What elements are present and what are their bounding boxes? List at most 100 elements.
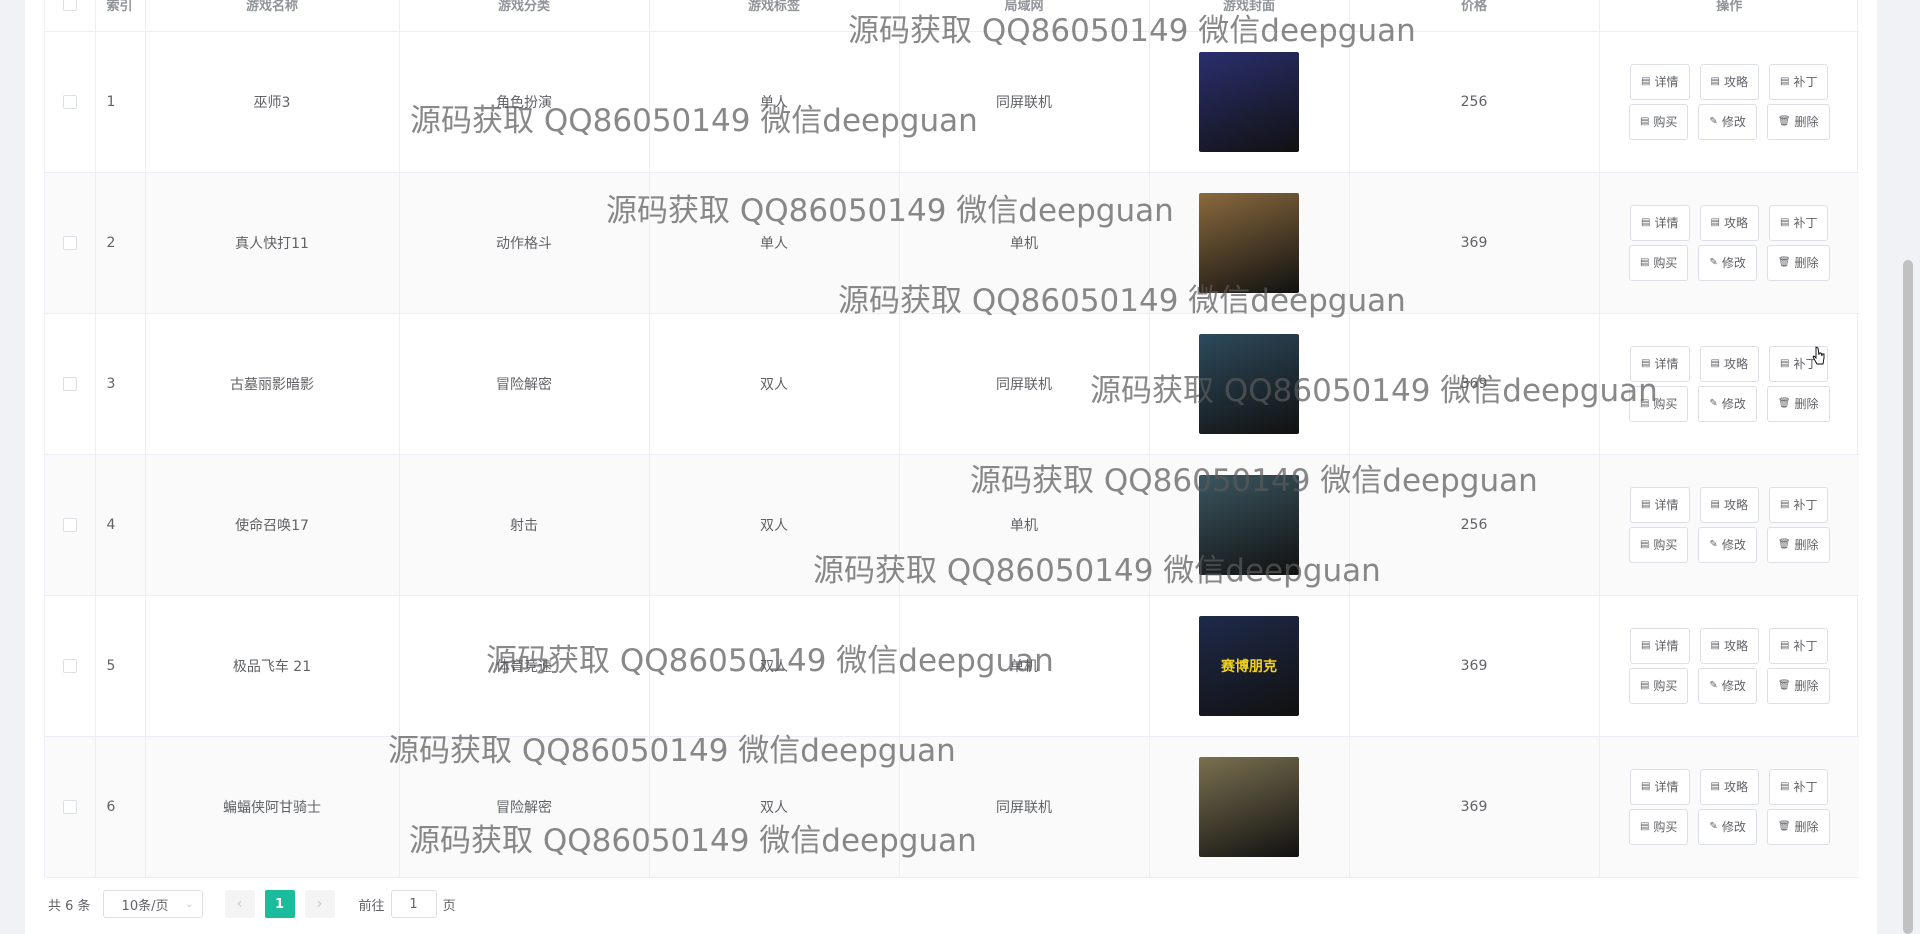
patch-button[interactable]: ▤ 补丁 [1768,204,1829,241]
row-checkbox[interactable] [62,658,77,673]
edit-button[interactable]: ✎ 修改 [1698,244,1757,281]
delete-button[interactable]: 🗑 删除 [1766,667,1830,704]
game-cover-image[interactable]: 赛博朋克 [1199,615,1299,716]
prev-page-button[interactable]: ‹ [224,890,255,918]
buy-label: 购买 [1653,820,1678,834]
row-select-cell[interactable] [45,31,96,173]
document-icon: ▤ [1641,217,1651,228]
game-cover-image[interactable] [1199,333,1299,434]
guide-button[interactable]: ▤ 攻略 [1699,768,1759,805]
guide-button[interactable]: ▤ 攻略 [1699,486,1759,523]
page-size-select[interactable]: 10条/页 ⌄ [102,890,203,918]
edit-button[interactable]: ✎ 修改 [1698,103,1757,140]
row-select-cell[interactable] [45,172,96,314]
patch-button[interactable]: ▤ 补丁 [1768,768,1829,805]
cell-cover [1149,454,1350,596]
header-cover: 游戏封面 [1149,0,1350,32]
guide-label: 攻略 [1723,780,1748,794]
row-checkbox[interactable] [62,376,77,391]
guide-label: 攻略 [1723,639,1748,653]
cell-actions: ▤ 详情 ▤ 攻略 ▤ 补丁 ▤ 购买 ✎ 修改 🗑 删除 [1599,172,1859,314]
guide-button[interactable]: ▤ 攻略 [1699,345,1759,382]
cell-tag: 双人 [649,454,900,596]
patch-label: 补丁 [1793,780,1818,794]
patch-label: 补丁 [1793,639,1818,653]
edit-button[interactable]: ✎ 修改 [1698,385,1757,422]
guide-button[interactable]: ▤ 攻略 [1699,204,1759,241]
delete-button[interactable]: 🗑 删除 [1766,526,1830,563]
detail-button[interactable]: ▤ 详情 [1630,204,1690,241]
header-category: 游戏分类 [399,0,650,32]
patch-button[interactable]: ▤ 补丁 [1768,486,1829,523]
cell-index: 6 [95,736,146,878]
buy-label: 购买 [1653,115,1678,129]
delete-button[interactable]: 🗑 删除 [1766,244,1830,281]
trash-icon: 🗑 [1777,398,1791,409]
row-checkbox[interactable] [62,235,77,250]
cell-network: 单机 [899,172,1150,314]
document-icon: ▤ [1779,358,1790,369]
detail-button[interactable]: ▤ 详情 [1630,627,1690,664]
next-page-button[interactable]: › [304,890,335,918]
cell-price: 369 [1349,313,1600,455]
cell-category: 冒险解密 [399,313,650,455]
document-icon: ▤ [1639,821,1650,832]
row-checkbox[interactable] [62,517,77,532]
game-cover-image[interactable] [1199,192,1299,293]
buy-button[interactable]: ▤ 购买 [1628,244,1689,281]
buy-button[interactable]: ▤ 购买 [1628,808,1689,845]
goto-label: 前往 [358,898,385,914]
document-icon: ▤ [1779,781,1790,792]
row-select-cell[interactable] [45,454,96,596]
page-number-current[interactable]: 1 [264,890,295,918]
edit-button[interactable]: ✎ 修改 [1698,667,1757,704]
row-checkbox[interactable] [62,94,77,109]
delete-button[interactable]: 🗑 删除 [1766,808,1830,845]
select-all-cell[interactable] [45,0,96,32]
header-name: 游戏名称 [145,0,400,32]
detail-button[interactable]: ▤ 详情 [1630,63,1690,100]
trash-icon: 🗑 [1777,116,1791,127]
guide-button[interactable]: ▤ 攻略 [1699,627,1759,664]
row-select-cell[interactable] [45,313,96,455]
row-checkbox[interactable] [62,799,77,814]
buy-button[interactable]: ▤ 购买 [1628,103,1689,140]
edit-label: 修改 [1721,820,1746,834]
guide-label: 攻略 [1723,357,1748,371]
detail-label: 详情 [1654,357,1679,371]
edit-button[interactable]: ✎ 修改 [1698,526,1757,563]
document-icon: ▤ [1639,398,1650,409]
header-price: 价格 [1349,0,1600,32]
goto-page-input[interactable]: 1 [390,890,437,918]
delete-label: 删除 [1794,679,1819,693]
cell-tag: 双人 [649,595,900,737]
edit-button[interactable]: ✎ 修改 [1698,808,1757,845]
cell-network: 同屏联机 [899,313,1150,455]
game-cover-image[interactable] [1199,474,1299,575]
detail-label: 详情 [1654,75,1679,89]
select-all-checkbox[interactable] [62,0,77,11]
buy-button[interactable]: ▤ 购买 [1628,526,1689,563]
game-cover-image[interactable] [1199,51,1299,152]
detail-button[interactable]: ▤ 详情 [1630,768,1690,805]
guide-button[interactable]: ▤ 攻略 [1699,63,1759,100]
row-select-cell[interactable] [45,736,96,878]
cell-actions: ▤ 详情 ▤ 攻略 ▤ 补丁 ▤ 购买 ✎ 修改 🗑 删除 [1599,313,1859,455]
delete-button[interactable]: 🗑 删除 [1766,385,1830,422]
detail-button[interactable]: ▤ 详情 [1630,345,1690,382]
vertical-scrollbar[interactable] [1903,260,1913,934]
delete-label: 删除 [1794,115,1819,129]
buy-button[interactable]: ▤ 购买 [1628,385,1689,422]
document-icon: ▤ [1639,257,1650,268]
cell-tag: 单人 [649,31,900,173]
edit-label: 修改 [1721,115,1746,129]
delete-label: 删除 [1794,538,1819,552]
buy-button[interactable]: ▤ 购买 [1628,667,1689,704]
guide-label: 攻略 [1723,216,1748,230]
patch-button[interactable]: ▤ 补丁 [1768,63,1829,100]
game-cover-image[interactable] [1199,756,1299,857]
row-select-cell[interactable] [45,595,96,737]
delete-button[interactable]: 🗑 删除 [1766,103,1830,140]
detail-button[interactable]: ▤ 详情 [1630,486,1690,523]
patch-button[interactable]: ▤ 补丁 [1768,627,1829,664]
